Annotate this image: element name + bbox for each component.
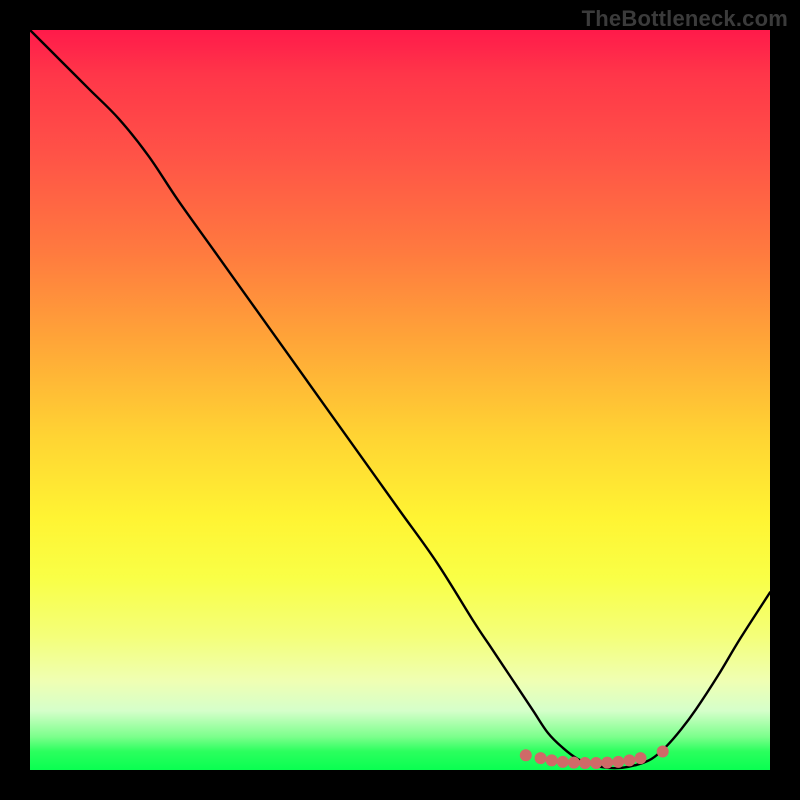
marker-dot: [580, 757, 591, 768]
optimal-range-markers: [520, 746, 668, 768]
marker-dot: [591, 757, 602, 768]
marker-dot: [546, 755, 557, 766]
marker-dot: [535, 753, 546, 764]
marker-dot: [602, 757, 613, 768]
marker-dot: [635, 753, 646, 764]
bottleneck-curve-line: [30, 30, 770, 768]
chart-frame: TheBottleneck.com: [0, 0, 800, 800]
plot-area: [30, 30, 770, 770]
curve-layer: [30, 30, 770, 770]
marker-dot: [520, 750, 531, 761]
marker-dot: [557, 756, 568, 767]
marker-dot: [613, 756, 624, 767]
watermark-text: TheBottleneck.com: [582, 6, 788, 32]
marker-dot: [657, 746, 668, 757]
marker-dot: [568, 757, 579, 768]
marker-dot: [624, 755, 635, 766]
